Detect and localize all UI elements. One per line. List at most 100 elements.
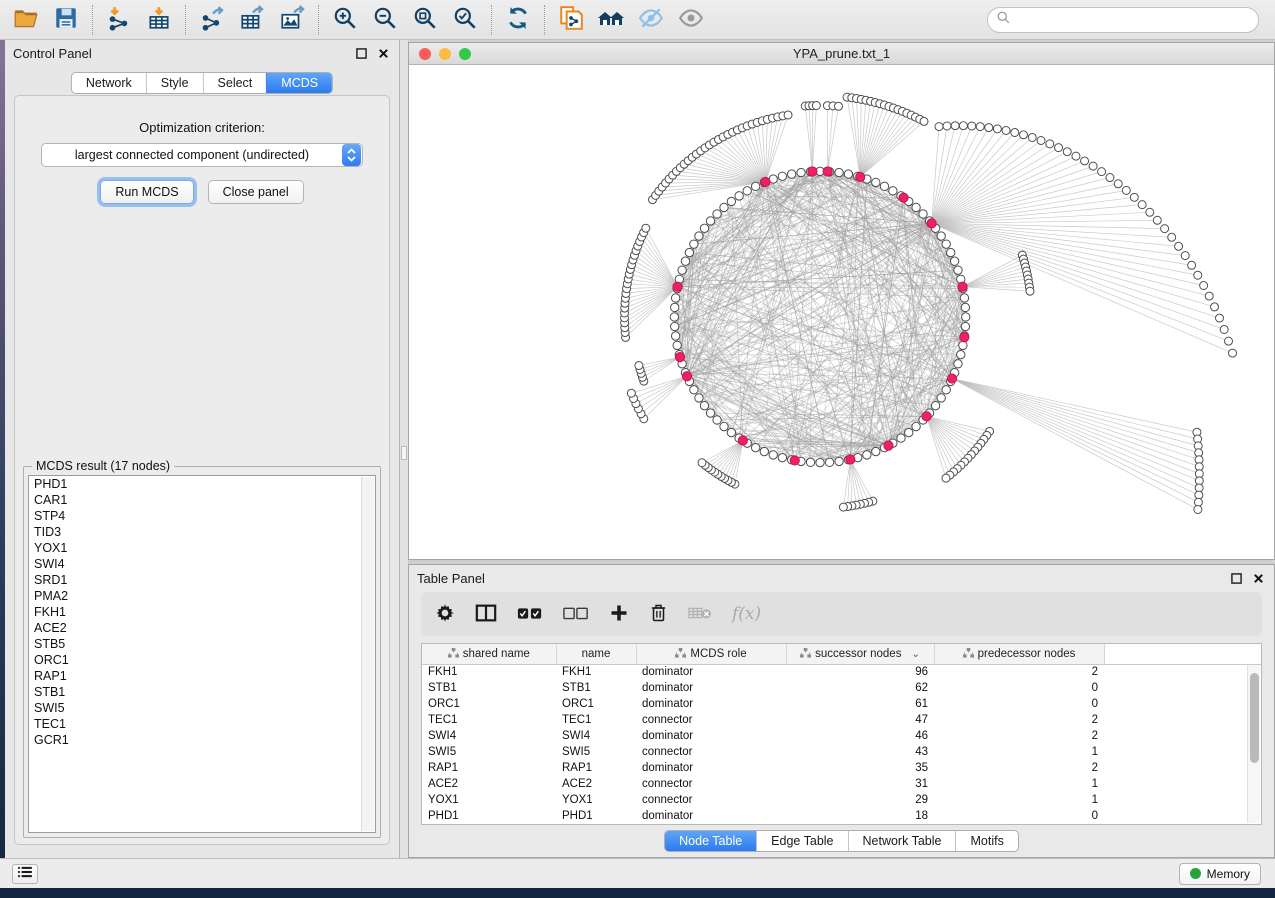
run-mcds-button[interactable]: Run MCDS [100,180,193,204]
panel-splitter[interactable] [400,40,408,858]
list-item[interactable]: ACE2 [29,620,375,636]
table-tab-motifs[interactable]: Motifs [955,831,1017,851]
add-column-button[interactable] [609,603,629,626]
zoom-selected-button[interactable] [445,3,485,37]
cell[interactable]: SWI5 [556,744,636,760]
float-table-panel-icon[interactable] [1228,570,1244,586]
table-row[interactable]: FKH1FKH1dominator962 [422,664,1262,680]
first-neighbors-button[interactable] [591,3,631,37]
tab-network[interactable]: Network [72,73,146,93]
zoom-fit-button[interactable] [405,3,445,37]
cell[interactable]: 29 [786,792,934,808]
cell[interactable]: TEC1 [556,712,636,728]
cell[interactable]: dominator [636,696,786,712]
delete-table-button[interactable] [688,605,712,624]
cell[interactable]: 18 [786,808,934,824]
zoom-out-button[interactable] [365,3,405,37]
memory-button[interactable]: Memory [1179,863,1261,885]
export-table-button[interactable] [232,3,272,37]
table-scrollbar-thumb[interactable] [1250,673,1259,763]
cell[interactable]: 35 [786,760,934,776]
cell[interactable]: FKH1 [556,664,636,680]
list-item[interactable]: STB1 [29,684,375,700]
cell[interactable]: 2 [934,760,1104,776]
list-item[interactable]: YOX1 [29,540,375,556]
column-header-successor-nodes[interactable]: successor nodes⌄ [786,644,934,664]
close-table-panel-icon[interactable] [1250,570,1266,586]
table-tab-network-table[interactable]: Network Table [848,831,956,851]
cell[interactable]: PHD1 [422,808,556,824]
cell[interactable]: 47 [786,712,934,728]
close-panel-button[interactable]: Close panel [208,180,304,204]
mcds-result-list[interactable]: PHD1CAR1STP4TID3YOX1SWI4SRD1PMA2FKH1ACE2… [28,475,376,833]
task-history-button[interactable] [12,864,38,884]
window-zoom-light[interactable] [459,48,471,60]
cell[interactable]: TEC1 [422,712,556,728]
list-item[interactable]: TID3 [29,524,375,540]
node-table[interactable]: shared namenameMCDS rolesuccessor nodes⌄… [421,643,1262,825]
float-window-icon[interactable] [353,45,369,61]
table-row[interactable]: TEC1TEC1connector472 [422,712,1262,728]
cell[interactable]: RAP1 [556,760,636,776]
show-columns-button[interactable] [475,603,497,626]
splitter-handle[interactable] [401,446,407,460]
cell[interactable]: dominator [636,680,786,696]
cell[interactable]: SWI4 [422,728,556,744]
table-settings-button[interactable] [435,603,455,626]
cell[interactable]: 1 [934,776,1104,792]
cell[interactable]: dominator [636,664,786,680]
cell[interactable]: connector [636,792,786,808]
cell[interactable]: PHD1 [556,808,636,824]
tab-select[interactable]: Select [203,73,267,93]
table-tab-edge-table[interactable]: Edge Table [756,831,847,851]
cell[interactable]: ORC1 [422,696,556,712]
list-item[interactable]: SRD1 [29,572,375,588]
cell[interactable]: SWI5 [422,744,556,760]
cell[interactable]: connector [636,712,786,728]
table-row[interactable]: ORC1ORC1dominator610 [422,696,1262,712]
table-row[interactable]: YOX1YOX1connector291 [422,792,1262,808]
cell[interactable]: 0 [934,680,1104,696]
cell[interactable]: dominator [636,760,786,776]
export-image-button[interactable] [272,3,312,37]
list-item[interactable]: FKH1 [29,604,375,620]
cell[interactable]: 1 [934,744,1104,760]
cell[interactable]: 1 [934,792,1104,808]
table-tab-node-table[interactable]: Node Table [665,831,756,851]
column-header-MCDS-role[interactable]: MCDS role [636,644,786,664]
list-item[interactable]: TEC1 [29,716,375,732]
list-item[interactable]: CAR1 [29,492,375,508]
show-all-button[interactable] [671,3,711,37]
cell[interactable]: YOX1 [556,792,636,808]
export-network-button[interactable] [192,3,232,37]
zoom-in-button[interactable] [325,3,365,37]
cell[interactable]: dominator [636,728,786,744]
refresh-button[interactable] [498,3,538,37]
cell[interactable]: YOX1 [422,792,556,808]
cell[interactable]: connector [636,776,786,792]
cell[interactable]: 2 [934,728,1104,744]
import-table-button[interactable] [139,3,179,37]
column-header-predecessor-nodes[interactable]: predecessor nodes [934,644,1104,664]
import-network-button[interactable] [99,3,139,37]
table-row[interactable]: SWI4SWI4dominator462 [422,728,1262,744]
cell[interactable]: STB1 [556,680,636,696]
cell[interactable]: ORC1 [556,696,636,712]
cell[interactable]: ACE2 [556,776,636,792]
delete-column-button[interactable] [649,603,668,626]
select-all-button[interactable] [517,605,543,624]
cell[interactable]: RAP1 [422,760,556,776]
cell[interactable]: dominator [636,808,786,824]
save-session-button[interactable] [46,3,86,37]
list-item[interactable]: PMA2 [29,588,375,604]
list-item[interactable]: STB5 [29,636,375,652]
table-row[interactable]: RAP1RAP1dominator352 [422,760,1262,776]
network-graph[interactable] [409,65,1274,559]
deselect-all-button[interactable] [563,605,589,624]
table-row[interactable]: STB1STB1dominator620 [422,680,1262,696]
tab-style[interactable]: Style [146,73,203,93]
list-item[interactable]: STP4 [29,508,375,524]
column-header-shared-name[interactable]: shared name [422,644,556,664]
table-row[interactable]: ACE2ACE2connector311 [422,776,1262,792]
table-row[interactable]: PHD1PHD1dominator180 [422,808,1262,824]
